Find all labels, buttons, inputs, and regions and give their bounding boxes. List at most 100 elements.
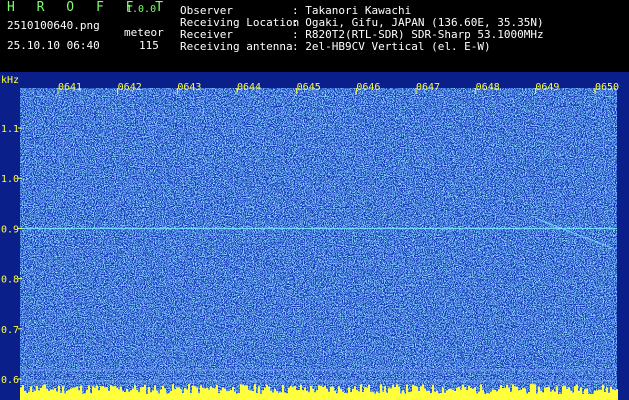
level-bar	[486, 393, 488, 400]
time-label: 0650	[595, 82, 619, 93]
level-bar	[256, 393, 258, 400]
level-bar	[364, 387, 366, 400]
level-bar	[378, 393, 380, 400]
level-bar	[248, 389, 250, 400]
y-tick-label: 0.9	[1, 224, 19, 235]
level-bar	[300, 385, 302, 400]
level-bar	[544, 387, 546, 400]
level-bar	[566, 388, 568, 400]
level-bar	[306, 390, 308, 400]
level-bar	[94, 387, 96, 400]
level-bar	[270, 390, 272, 400]
level-bar	[514, 386, 516, 400]
level-bar	[220, 390, 222, 400]
level-bar	[152, 390, 154, 400]
level-bar	[534, 384, 536, 400]
level-bar	[436, 390, 438, 400]
level-bar	[310, 385, 312, 400]
level-bar	[252, 390, 254, 400]
level-bar	[440, 392, 442, 400]
level-bar	[24, 391, 26, 400]
level-bar	[144, 384, 146, 400]
y-tick-label: 1.0	[1, 174, 19, 185]
level-bar	[40, 387, 42, 400]
level-bar	[240, 384, 242, 400]
level-bar	[594, 390, 596, 400]
level-bar	[28, 391, 30, 400]
level-bar	[142, 386, 144, 400]
level-bar	[474, 387, 476, 400]
level-bar	[428, 390, 430, 400]
level-bar	[336, 393, 338, 400]
level-bar	[608, 392, 610, 400]
time-label: 0647	[416, 82, 440, 93]
level-bar	[574, 386, 576, 400]
level-bar	[314, 392, 316, 400]
level-bar	[74, 387, 76, 400]
level-bar	[250, 390, 252, 400]
level-bar	[546, 387, 548, 400]
level-bar	[328, 391, 330, 400]
level-bar	[58, 385, 60, 400]
level-bar	[332, 387, 334, 400]
level-bar	[82, 393, 84, 400]
level-bar	[506, 384, 508, 400]
level-bar	[92, 386, 94, 400]
level-bar	[398, 386, 400, 400]
level-bar	[294, 386, 296, 400]
level-bar	[570, 390, 572, 400]
level-bar	[132, 388, 134, 400]
level-bar	[616, 389, 618, 400]
level-bar	[284, 392, 286, 400]
level-bar	[414, 385, 416, 400]
level-bar	[470, 387, 472, 400]
meteor-count: 115	[139, 39, 159, 52]
level-bar	[496, 391, 498, 400]
level-bar	[68, 389, 70, 400]
level-bar	[578, 390, 580, 400]
level-bar	[84, 393, 86, 400]
level-bar	[212, 388, 214, 400]
level-bar	[520, 389, 522, 400]
y-tick-label: 0.6	[1, 375, 19, 386]
level-bar	[448, 388, 450, 400]
level-bar	[552, 389, 554, 400]
level-bar	[532, 384, 534, 400]
level-bar	[230, 390, 232, 400]
app-version: 1.0.0	[126, 4, 157, 15]
level-bar	[264, 387, 266, 400]
level-bar	[234, 391, 236, 400]
y-tick-label: 1.1	[1, 124, 19, 135]
level-bar	[530, 384, 532, 400]
level-bar	[52, 389, 54, 400]
level-bar	[358, 391, 360, 400]
level-bar	[106, 387, 108, 400]
level-bar	[160, 389, 162, 400]
level-bar	[524, 388, 526, 400]
level-bar	[382, 391, 384, 400]
level-bar	[36, 385, 38, 400]
level-bar	[322, 386, 324, 400]
level-bar	[148, 386, 150, 400]
level-bar	[26, 392, 28, 400]
level-bar	[360, 384, 362, 400]
level-bar	[454, 391, 456, 400]
level-bar	[122, 391, 124, 400]
level-bar	[438, 393, 440, 400]
level-bar	[128, 391, 130, 400]
level-bar	[60, 392, 62, 400]
level-bar	[350, 392, 352, 400]
time-label: 0649	[535, 82, 559, 93]
level-bar	[588, 393, 590, 400]
level-bar	[80, 385, 82, 400]
level-bar	[472, 388, 474, 400]
level-bar	[500, 385, 502, 400]
level-bar	[206, 387, 208, 400]
level-bar	[168, 393, 170, 400]
level-bar	[180, 389, 182, 400]
level-bar	[502, 387, 504, 400]
level-bar	[120, 386, 122, 400]
level-bar	[376, 391, 378, 400]
level-bar	[406, 384, 408, 400]
level-bar	[386, 392, 388, 400]
